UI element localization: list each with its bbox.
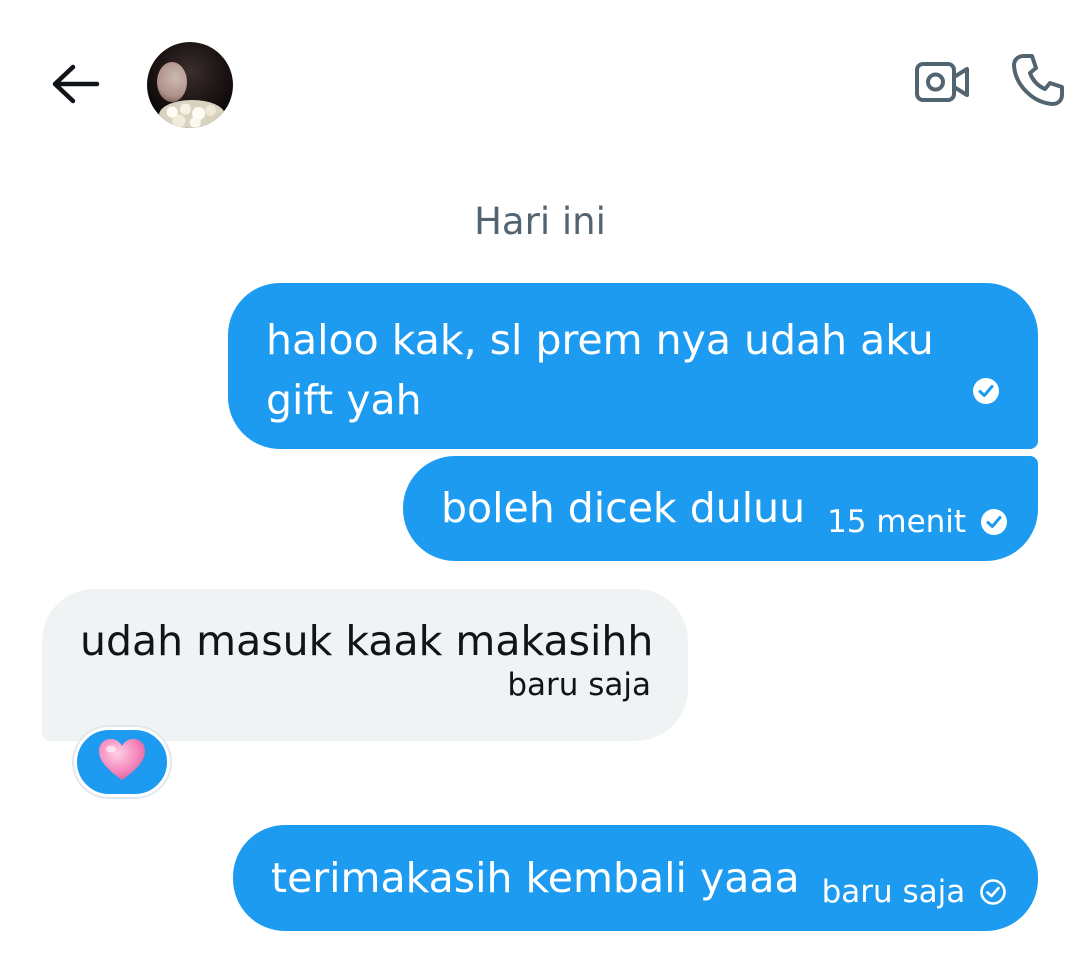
read-check-icon — [980, 508, 1008, 536]
outgoing-message[interactable]: haloo kak, sl prem nya udah aku gift yah — [228, 283, 1038, 449]
message-time: baru saja — [821, 874, 966, 910]
message-text: terimakasih kembali yaaa — [271, 854, 800, 902]
avatar[interactable] — [147, 42, 233, 128]
message-meta: baru saja — [822, 862, 1008, 922]
reaction-badge[interactable] — [74, 727, 170, 797]
video-camera-icon — [914, 59, 970, 109]
message-meta: 15 menit — [827, 492, 1008, 552]
audio-call-button[interactable] — [1006, 52, 1070, 112]
avatar-flowers — [159, 100, 225, 128]
incoming-message[interactable]: udah masuk kaak makasihh baru saja — [42, 589, 688, 741]
message-text: boleh dicek duluu — [441, 484, 806, 532]
outgoing-message[interactable]: boleh dicek duluu 15 menit — [403, 456, 1038, 561]
sent-check-icon — [979, 878, 1007, 906]
message-time: 15 menit — [827, 504, 967, 540]
message-time: baru saja — [507, 667, 651, 703]
date-separator: Hari ini — [474, 200, 606, 243]
phone-icon — [1010, 52, 1066, 112]
arrow-left-icon — [51, 64, 101, 108]
pink-heart-emoji-icon — [97, 737, 147, 787]
dm-conversation-screen: Hari ini haloo kak, sl prem nya udah aku… — [0, 0, 1080, 954]
video-call-button[interactable] — [912, 56, 972, 112]
outgoing-message[interactable]: terimakasih kembali yaaa baru saja — [233, 825, 1038, 931]
avatar-face — [157, 62, 187, 102]
back-button[interactable] — [44, 60, 108, 112]
read-check-icon — [972, 361, 1000, 421]
message-text: haloo kak, sl prem nya udah aku gift yah — [266, 316, 934, 424]
